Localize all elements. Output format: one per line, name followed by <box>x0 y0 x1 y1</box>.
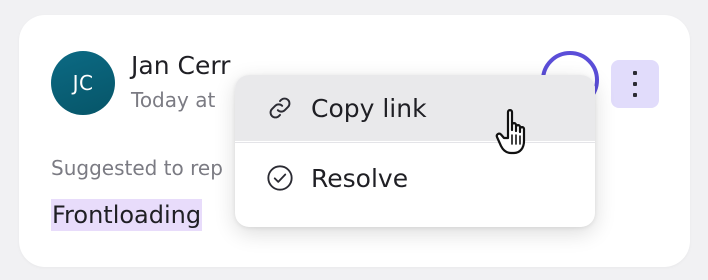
menu-item-resolve[interactable]: Resolve <box>235 145 595 211</box>
check-circle-icon <box>265 163 295 193</box>
menu-item-label: Resolve <box>311 163 409 193</box>
menu-item-copy-link[interactable]: Copy link <box>235 75 595 141</box>
comment-timestamp: Today at <box>131 88 216 112</box>
more-options-button[interactable] <box>611 60 659 108</box>
menu-item-label: Copy link <box>311 93 427 123</box>
suggestion-label: Suggested to rep <box>51 156 223 180</box>
avatar: JC <box>51 51 115 115</box>
author-name: Jan Cerr <box>131 51 231 80</box>
menu-divider <box>235 142 595 143</box>
avatar-initials: JC <box>72 71 94 95</box>
hand-pointer-cursor <box>495 109 526 155</box>
more-vertical-icon <box>633 71 637 97</box>
link-icon <box>265 93 295 123</box>
suggested-text-highlight: Frontloading <box>51 199 203 231</box>
comment-actions-menu: Copy link Resolve <box>235 75 595 227</box>
